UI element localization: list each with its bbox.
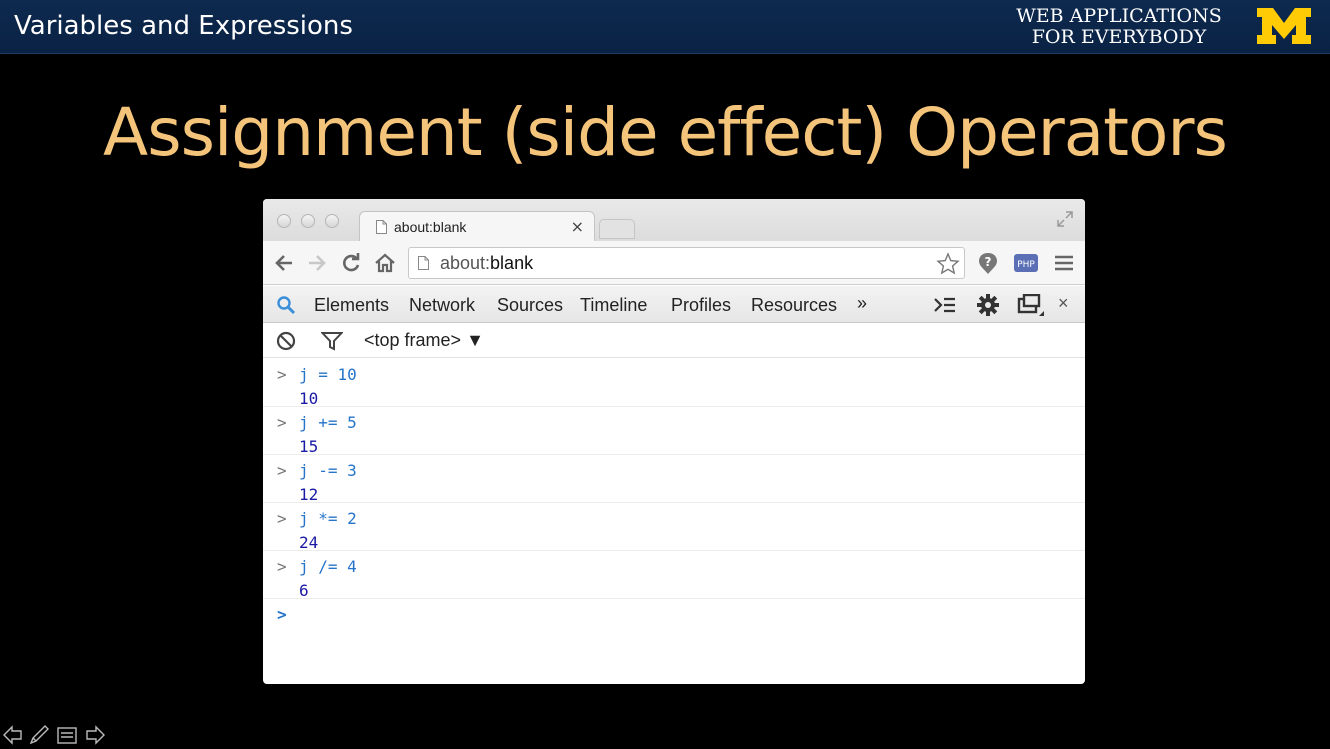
browser-titlebar: about:blank × [263,199,1085,243]
slide-title: Assignment (side effect) Operators [103,94,1228,171]
console-entry: > j += 5 15 [263,407,1085,456]
console-entry: > j -= 3 12 [263,455,1085,504]
slide-menu-icon[interactable] [57,727,77,744]
tab-resources[interactable]: Resources [751,295,837,316]
header-title: Variables and Expressions [14,11,353,41]
frame-selector[interactable]: <top frame> ▼ [364,330,484,351]
console-command: j += 5 [299,413,357,432]
prompt-chevron-icon: > [277,365,287,384]
php-badge-text: PHP [1017,260,1035,270]
filter-icon[interactable] [321,331,343,351]
document-icon [376,220,387,234]
previous-slide-icon[interactable] [3,725,22,745]
frame-selector-label: <top frame> [364,330,462,350]
prompt-chevron-icon: > [277,557,287,576]
star-icon[interactable] [936,252,960,276]
tab-close-icon[interactable]: × [571,217,584,236]
help-icon[interactable]: ? [976,251,1000,275]
url-scheme: about: [440,253,491,273]
brand-text: WEB APPLICATIONS FOR EVERYBODY [1004,6,1234,48]
more-tabs-icon[interactable]: » [857,293,867,314]
forward-arrow-icon[interactable] [305,251,329,275]
prompt-chevron-icon: > [277,461,287,480]
pen-icon[interactable] [29,725,49,745]
slide-nav-controls [3,725,105,745]
console-command: j *= 2 [299,509,357,528]
tab-label: about:blank [394,219,467,235]
console-drawer-icon[interactable] [933,295,957,315]
svg-text:?: ? [985,255,992,269]
console-result: 15 [299,437,319,456]
prompt-chevron-icon: > [277,509,287,528]
search-icon[interactable] [276,295,296,315]
console-command: j -= 3 [299,461,357,480]
brand-line-2: FOR EVERYBODY [1031,26,1207,48]
minimize-window-button[interactable] [301,214,315,228]
console-command: j = 10 [299,365,357,384]
console-result: 12 [299,485,319,504]
slide-header: Variables and Expressions WEB APPLICATIO… [0,0,1330,54]
home-icon[interactable] [373,251,397,275]
console-toolbar: <top frame> ▼ [263,324,1085,358]
dropdown-arrow-icon: ▼ [466,330,484,350]
zoom-window-button[interactable] [325,214,339,228]
url-host: blank [490,253,534,273]
clear-console-icon[interactable] [276,331,296,351]
brand-line-1: WEB APPLICATIONS [1016,5,1222,27]
back-arrow-icon[interactable] [272,251,296,275]
console-output[interactable]: > j = 10 10 > j += 5 15 > j -= 3 12 > j … [263,359,1085,684]
new-tab-button[interactable] [599,219,635,239]
prompt-chevron-icon: > [277,413,287,432]
gear-icon[interactable] [976,293,1000,317]
console-entry: > j *= 2 24 [263,503,1085,552]
address-text: about:blank [440,253,533,274]
dock-side-icon[interactable] [1017,294,1045,318]
university-m-logo [1257,8,1311,44]
close-window-button[interactable] [277,214,291,228]
browser-tab-active[interactable]: about:blank × [359,211,595,243]
tab-network[interactable]: Network [409,295,475,316]
tab-sources[interactable]: Sources [497,295,563,316]
next-slide-icon[interactable] [86,725,105,745]
fullscreen-icon[interactable] [1057,211,1073,227]
console-entry: > j = 10 10 [263,359,1085,408]
browser-toolbar: about:blank ? PHP [263,241,1085,285]
reload-icon[interactable] [339,251,363,275]
close-devtools-icon[interactable]: × [1058,293,1069,314]
console-command: j /= 4 [299,557,357,576]
tab-timeline[interactable]: Timeline [580,295,647,316]
devtools-tabbar: Elements Network Sources Timeline Profil… [263,286,1085,323]
tab-elements[interactable]: Elements [314,295,389,316]
php-extension-icon[interactable]: PHP [1013,251,1039,275]
menu-icon[interactable] [1052,251,1076,275]
console-result: 10 [299,389,319,408]
tab-profiles[interactable]: Profiles [671,295,731,316]
browser-window: about:blank × about:blank ? PHP Elements… [263,199,1085,684]
console-entry: > j /= 4 6 [263,551,1085,600]
console-result: 6 [299,581,309,600]
address-bar[interactable]: about:blank [408,247,965,279]
console-input-prompt[interactable]: > [277,605,287,624]
page-icon [418,256,429,270]
console-result: 24 [299,533,319,552]
